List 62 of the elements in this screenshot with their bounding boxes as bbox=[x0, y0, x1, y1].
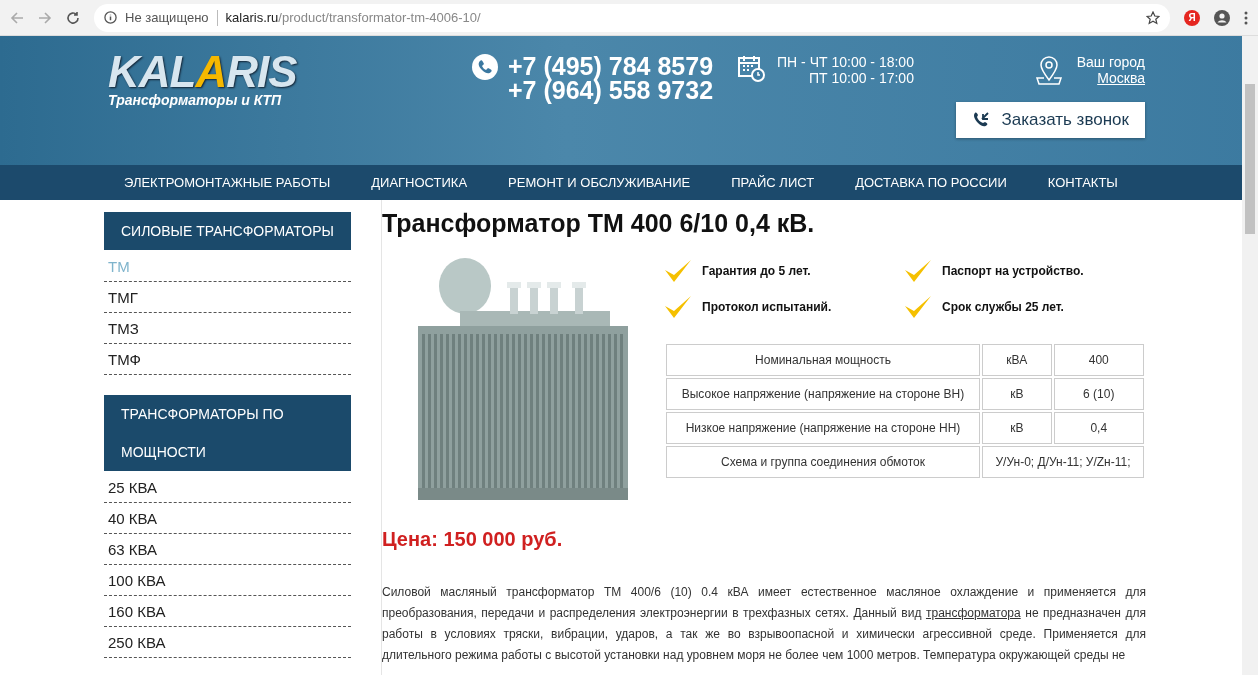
product-price: Цена: 150 000 руб. bbox=[382, 528, 564, 551]
feature-text: Паспорт на устройство. bbox=[942, 264, 1084, 278]
checkmark-icon bbox=[904, 258, 932, 284]
checkmark-icon bbox=[664, 294, 692, 320]
phone-icon bbox=[472, 54, 498, 80]
city-link[interactable]: Москва bbox=[1097, 70, 1145, 86]
table-cell: Номинальная мощность bbox=[666, 344, 980, 376]
callback-button[interactable]: Заказать звонок bbox=[955, 102, 1145, 138]
sidebar-item[interactable]: 40 КВА bbox=[104, 507, 351, 534]
nav-link[interactable]: ПРАЙС ЛИСТ bbox=[731, 175, 815, 190]
calendar-clock-icon bbox=[737, 54, 766, 82]
sidebar-item[interactable]: 100 КВА bbox=[104, 569, 351, 596]
table-cell: У/Ун-0; Д/Ун-11; У/Zн-11; bbox=[982, 446, 1144, 478]
info-icon bbox=[104, 11, 117, 24]
working-hours: ПН - ЧТ 10:00 - 18:00 bbox=[777, 54, 914, 70]
phone-icon bbox=[971, 111, 990, 129]
star-icon[interactable] bbox=[1146, 10, 1160, 25]
table-cell: Высокое напряжение (напряжение на стороне ВН) bbox=[666, 378, 980, 410]
scrollbar[interactable] bbox=[1242, 36, 1258, 675]
table-cell: Низкое напряжение (напряжение на стороне НН) bbox=[666, 412, 980, 444]
feature-text: Протокол испытаний. bbox=[702, 300, 832, 314]
feature-text: Гарантия до 5 лет. bbox=[702, 264, 811, 278]
nav-link[interactable]: РЕМОНТ И ОБСЛУЖИВАНИЕ bbox=[508, 175, 691, 190]
table-cell: кВА bbox=[982, 344, 1052, 376]
feature-text: Срок службы 25 лет. bbox=[942, 300, 1064, 314]
table-cell: 400 bbox=[1053, 344, 1144, 376]
reload-icon[interactable] bbox=[66, 10, 80, 25]
city-label: Ваш город bbox=[1076, 54, 1145, 70]
nav-link[interactable]: ЭЛЕКТРОМОНТАЖНЫЕ РАБОТЫ bbox=[124, 175, 331, 190]
nav-link[interactable]: ДОСТАВКА ПО РОССИИ bbox=[855, 175, 1007, 190]
account-icon[interactable] bbox=[1214, 9, 1230, 26]
sidebar-item[interactable]: ТМФ bbox=[104, 348, 351, 375]
transformer-link[interactable]: трансформатора bbox=[925, 606, 1021, 620]
sidebar-item[interactable]: ТМЗ bbox=[104, 317, 351, 344]
table-cell: 0,4 bbox=[1053, 412, 1144, 444]
product-title: Трансформатор ТМ 400 6/10 0,4 кВ. bbox=[382, 208, 816, 238]
sidebar-item[interactable]: 250 КВА bbox=[104, 631, 351, 658]
location-pin-icon bbox=[1034, 54, 1063, 86]
checkmark-icon bbox=[664, 258, 692, 284]
sidebar-item[interactable]: 63 КВА bbox=[104, 538, 351, 565]
phone-number[interactable]: +7 (495) 784 8579 bbox=[508, 54, 714, 78]
table-cell: Схема и группа соединения обмоток bbox=[666, 446, 980, 478]
address-bar[interactable]: Не защищено kalaris.ru/product/transformator-tm-4006-10/ bbox=[94, 3, 1170, 32]
extension-icon[interactable]: Я bbox=[1184, 9, 1200, 26]
sidebar-item[interactable]: ТМГ bbox=[104, 286, 351, 313]
table-cell: 6 (10) bbox=[1053, 378, 1144, 410]
sidebar-heading: СИЛОВЫЕ ТРАНСФОРМАТОРЫ bbox=[104, 212, 351, 250]
logo-tagline: Трансформаторы и КТП bbox=[108, 92, 283, 108]
menu-icon[interactable] bbox=[1244, 10, 1248, 25]
url-text: kalaris.ru/product/transformator-tm-4006-10/ bbox=[225, 10, 481, 25]
table-cell: кВ bbox=[982, 378, 1052, 410]
sidebar-heading: ТРАНСФОРМАТОРЫ ПО МОЩНОСТИ bbox=[104, 395, 351, 471]
working-hours: ПТ 10:00 - 17:00 bbox=[808, 70, 914, 86]
logo[interactable]: KALARIS bbox=[108, 52, 458, 92]
description-paragraph: Силовой масляный трансформатор ТМ 400/6 (10) 0.4 кВА имеет естественное масляное охлаждение и применяется для преобразования, передачи и распределения электроэнергии в трехфазных сетях. Данный вид трансформатора не предназначен для работы в условиях тряски, вибрации, ударов, а так же во взрывоопасной и химически агрессивной среде. Применяется для длительного режима работы с высотой установки над уровнем моря не более чем 1000 метров. Температура окружающей среды не bbox=[382, 584, 1146, 664]
security-label: Не защищено bbox=[125, 10, 209, 25]
table-cell: кВ bbox=[982, 412, 1052, 444]
nav-link[interactable]: КОНТАКТЫ bbox=[1047, 175, 1118, 190]
sidebar-item[interactable]: 25 КВА bbox=[104, 476, 351, 503]
nav-link[interactable]: ДИАГНОСТИКА bbox=[371, 175, 468, 190]
sidebar-item[interactable]: 160 КВА bbox=[104, 600, 351, 627]
checkmark-icon bbox=[904, 294, 932, 320]
